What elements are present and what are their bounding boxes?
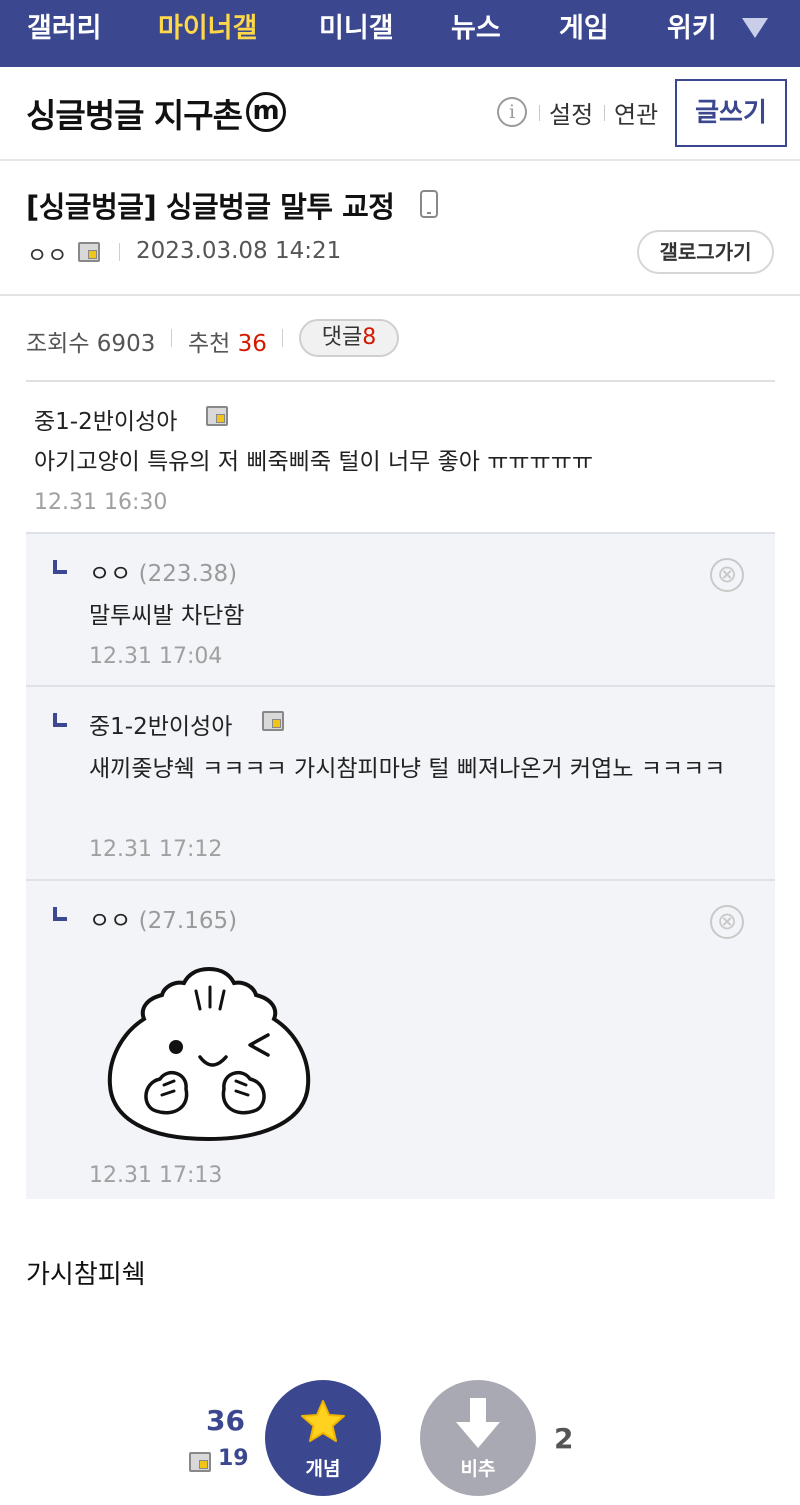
recommend-total: 36 bbox=[206, 1404, 245, 1437]
gallery-header: 싱글벙글 지구촌 m i 설정 연관 글쓰기 bbox=[0, 67, 800, 161]
gallery-title[interactable]: 싱글벙글 지구촌 bbox=[26, 89, 243, 137]
divider bbox=[119, 243, 120, 261]
dumpling-winking-sticker bbox=[107, 966, 311, 1142]
reply-item: ㅇㅇ (27.165) ⊗ 12.31 17:13 bbox=[26, 879, 775, 1199]
nav-item-minor-gallery[interactable]: 마이너갤 bbox=[158, 0, 257, 58]
reply-item: ㅇㅇ (223.38) ⊗ 말투씨발 차단함 12.31 17:04 bbox=[26, 532, 775, 687]
divider bbox=[0, 294, 800, 296]
delete-icon[interactable]: ⊗ bbox=[710, 905, 744, 939]
nav-item-wiki[interactable]: 위키 bbox=[667, 0, 717, 58]
reply-nick[interactable]: 중1-2반이성아 bbox=[89, 707, 232, 741]
nav-item-gallery[interactable]: 갤러리 bbox=[27, 0, 102, 58]
mobile-icon bbox=[420, 190, 438, 218]
reply-text: 말투씨발 차단함 bbox=[89, 603, 245, 629]
fixed-nick-icon bbox=[189, 1452, 211, 1472]
fixed-nick-icon bbox=[78, 242, 100, 262]
reply-text: 새끼좆냥쉑 ㅋㅋㅋㅋ 가시참피마냥 털 삐져나온거 커엽노 ㅋㅋㅋㅋ bbox=[89, 756, 726, 782]
divider bbox=[282, 329, 283, 347]
info-icon[interactable]: i bbox=[497, 97, 527, 127]
recommend-button[interactable]: 개념 bbox=[265, 1380, 381, 1496]
delete-icon[interactable]: ⊗ bbox=[710, 558, 744, 592]
arrow-down-icon bbox=[456, 1398, 500, 1448]
triangle-down-icon[interactable] bbox=[742, 18, 768, 38]
minor-gallery-badge-icon: m bbox=[246, 92, 286, 132]
reply-nick[interactable]: ㅇㅇ (223.38) bbox=[89, 554, 237, 588]
divider bbox=[171, 329, 172, 347]
post-date: 2023.03.08 14:21 bbox=[136, 238, 342, 264]
related-link[interactable]: 연관 bbox=[614, 95, 658, 130]
write-button[interactable]: 글쓰기 bbox=[675, 79, 787, 147]
top-nav: 갤러리 마이너갤 미니갤 뉴스 게임 위키 bbox=[0, 0, 800, 67]
nav-item-mini-gallery[interactable]: 미니갤 bbox=[319, 0, 394, 58]
recommend-label: 개념 bbox=[305, 1458, 341, 1480]
divider bbox=[604, 105, 605, 121]
comment-text: 아기고양이 특유의 저 삐죽삐죽 털이 너무 좋아 ㅠㅠㅠㅠㅠ bbox=[34, 449, 594, 475]
reply-arrow-icon bbox=[53, 560, 67, 574]
nav-item-game[interactable]: 게임 bbox=[559, 0, 609, 58]
star-icon bbox=[301, 1400, 345, 1442]
reply-arrow-icon bbox=[53, 907, 67, 921]
reply-date: 12.31 17:04 bbox=[89, 644, 223, 669]
comment-count-button[interactable]: 댓글8 bbox=[299, 319, 399, 357]
recommend-fixed-count: 19 bbox=[218, 1446, 249, 1471]
not-recommend-label: 비추 bbox=[460, 1458, 496, 1480]
gallog-button[interactable]: 갤로그가기 bbox=[637, 230, 774, 274]
reply-date: 12.31 17:12 bbox=[89, 837, 223, 862]
not-recommend-count: 2 bbox=[554, 1422, 574, 1455]
comment-nick[interactable]: 중1-2반이성아 bbox=[34, 402, 177, 436]
post-body: 가시참피쉑 bbox=[26, 1260, 146, 1290]
reply-date: 12.31 17:13 bbox=[89, 1163, 223, 1188]
recommend-count: 추천 36 bbox=[188, 331, 267, 357]
nav-item-news[interactable]: 뉴스 bbox=[451, 0, 501, 58]
fixed-nick-icon bbox=[262, 711, 284, 731]
comment-item: 중1-2반이성아 아기고양이 특유의 저 삐죽삐죽 털이 너무 좋아 ㅠㅠㅠㅠㅠ… bbox=[26, 382, 775, 532]
post-writer[interactable]: ㅇㅇ bbox=[27, 238, 67, 270]
reply-nick[interactable]: ㅇㅇ (27.165) bbox=[89, 901, 237, 935]
fixed-nick-icon bbox=[206, 406, 228, 426]
divider bbox=[539, 105, 540, 121]
settings-link[interactable]: 설정 bbox=[549, 95, 593, 130]
comment-date: 12.31 16:30 bbox=[34, 490, 168, 515]
view-count: 조회수 6903 bbox=[26, 331, 156, 357]
reply-item: 중1-2반이성아 새끼좆냥쉑 ㅋㅋㅋㅋ 가시참피마냥 털 삐져나온거 커엽노 ㅋ… bbox=[26, 685, 775, 880]
post-title: [싱글벙글] 싱글벙글 말투 교정 bbox=[26, 190, 395, 224]
reply-arrow-icon bbox=[53, 713, 67, 727]
not-recommend-button[interactable]: 비추 bbox=[420, 1380, 536, 1496]
